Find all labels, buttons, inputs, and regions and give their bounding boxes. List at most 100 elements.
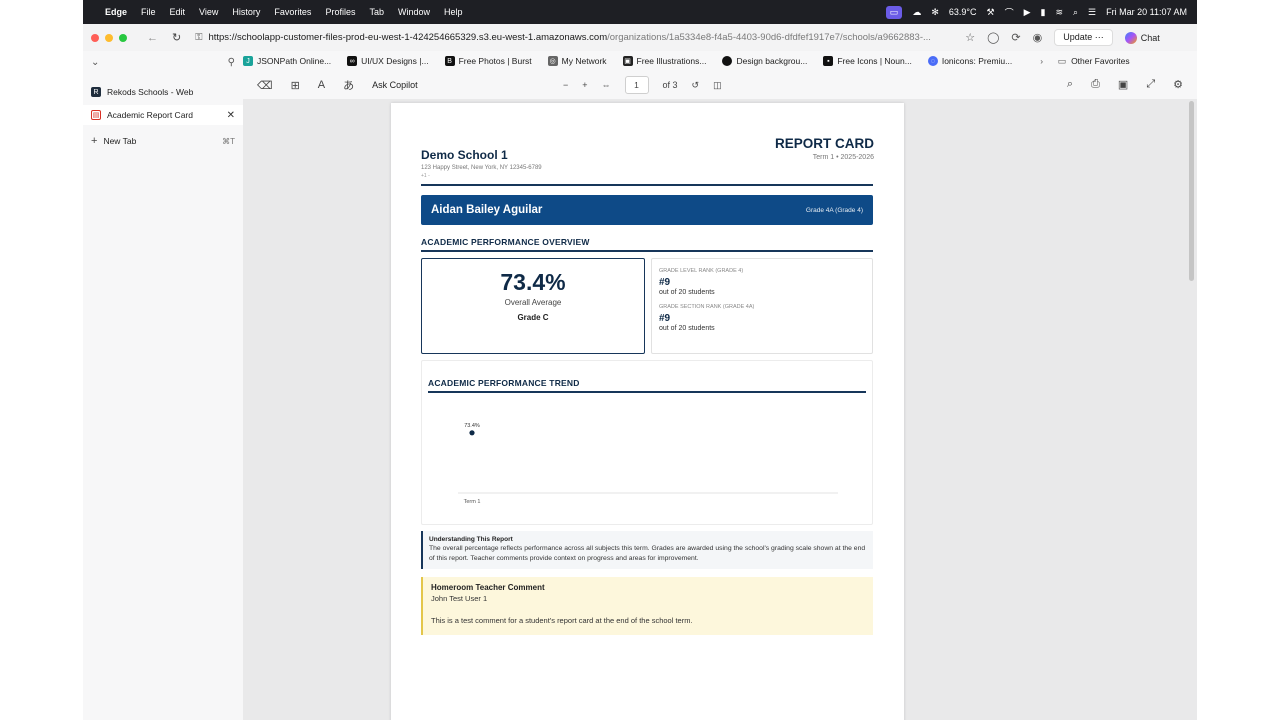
ask-copilot-button[interactable]: Ask Copilot [372, 80, 418, 90]
page-number-input[interactable]: 1 [624, 76, 649, 94]
address-bar[interactable]: ⚿ https://schoolapp-customer-files-prod-… [195, 28, 955, 48]
copilot-chat-button[interactable]: Chat [1124, 31, 1160, 44]
print-icon[interactable]: ⎙ [1091, 78, 1100, 91]
eraser-icon[interactable]: ⌫ [257, 79, 273, 92]
menu-window[interactable]: Window [398, 7, 430, 17]
copilot-icon [1124, 31, 1137, 44]
spotlight-icon[interactable]: ⌕ [1073, 7, 1078, 18]
favorite-item[interactable]: ▣ Free Illustrations... [622, 56, 706, 66]
menu-app-name[interactable]: Edge [105, 7, 127, 17]
control-center-icon[interactable]: ☰ [1088, 7, 1096, 18]
pdf-viewer: ⌫ ⊞ A あ Ask Copilot − + ⇔ 1 of 3 ↺ ◫ ⌕ ⎙… [243, 71, 1197, 720]
report-term: Term 1 • 2025-2026 [812, 154, 874, 161]
zoom-in-icon[interactable]: + [582, 80, 587, 90]
address-row: ← ↻ ⚿ https://schoolapp-customer-files-p… [83, 24, 1197, 51]
other-favorites[interactable]: ▭ Other Favorites [1057, 55, 1130, 67]
favicon-icon: R [91, 87, 101, 97]
play-icon[interactable]: ▶ [1024, 7, 1031, 18]
data-label: 73.4% [464, 423, 480, 429]
plus-icon: + [91, 135, 98, 147]
url-main: https://schoolapp-customer-files-prod-eu… [208, 32, 608, 43]
sync-icon[interactable]: ⟳ [1011, 31, 1020, 44]
tab-academic-report-card[interactable]: ▤ Academic Report Card ✕ [83, 105, 243, 125]
zoom-window-button[interactable] [119, 33, 127, 42]
page-view-icon[interactable]: ◫ [713, 80, 722, 91]
datetime[interactable]: Fri Mar 20 11:07 AM [1106, 7, 1187, 17]
favicon-icon: J [243, 56, 253, 66]
menu-favorites[interactable]: Favorites [274, 7, 311, 17]
performance-trend-chart: Term 1 73.4% [458, 423, 838, 505]
favorite-item[interactable]: ◌ Ionicons: Premiu... [927, 56, 1012, 66]
favicon-icon: ▪ [823, 56, 834, 66]
tools-icon[interactable]: ⚒ [986, 7, 994, 18]
tab-label: Academic Report Card [107, 110, 193, 120]
tab-label: Rekods Schools - Web [107, 87, 194, 97]
cloud-icon[interactable]: ☁ [912, 7, 921, 18]
browser-window: ← ↻ ⚿ https://schoolapp-customer-files-p… [83, 24, 1197, 720]
favorite-item[interactable]: ▪ Free Icons | Noun... [823, 56, 912, 66]
understanding-title: Understanding This Report [429, 536, 513, 543]
battery-icon[interactable]: ▮ [1041, 7, 1046, 18]
pdf-icon: ▤ [91, 110, 101, 120]
grade-level-rank-label: GRADE LEVEL RANK (GRADE 4) [659, 268, 744, 274]
overall-average-label: Overall Average [504, 298, 562, 307]
settings-gear-icon[interactable]: ⚙ [1173, 78, 1183, 91]
rank-card: GRADE LEVEL RANK (GRADE 4) #9 out of 20 … [651, 258, 873, 354]
comment-teacher: John Test User 1 [431, 594, 488, 603]
profile-avatar-icon[interactable]: ◉ [1033, 31, 1043, 44]
vertical-scrollbar[interactable] [1189, 101, 1194, 281]
chevron-right-icon[interactable]: › [1040, 56, 1043, 66]
close-tab-icon[interactable]: ✕ [227, 110, 235, 121]
favicon-icon: ▣ [622, 56, 633, 66]
grade-level-rank-sub: out of 20 students [659, 289, 715, 296]
rotate-icon[interactable]: ↺ [692, 80, 700, 91]
temperature-readout[interactable]: 63.9°C [949, 7, 977, 17]
wave-icon[interactable]: ⌒ [1005, 6, 1014, 19]
header-divider [421, 184, 873, 186]
menu-edit[interactable]: Edit [170, 7, 186, 17]
pin-icon[interactable]: ⚲ [228, 57, 235, 68]
favorite-star-icon[interactable]: ☆ [965, 31, 975, 44]
folder-icon: ▭ [1057, 55, 1067, 66]
menu-file[interactable]: File [141, 7, 156, 17]
new-tab-button[interactable]: + New Tab ⌘T [83, 131, 243, 151]
data-point [469, 430, 475, 436]
minimize-window-button[interactable] [105, 33, 113, 42]
favorite-item[interactable]: J JSONPath Online... [243, 56, 331, 66]
menu-history[interactable]: History [232, 7, 260, 17]
menu-profiles[interactable]: Profiles [325, 7, 355, 17]
pdf-toolbar: ⌫ ⊞ A あ Ask Copilot − + ⇔ 1 of 3 ↺ ◫ ⌕ ⎙… [243, 71, 1197, 99]
menu-help[interactable]: Help [444, 7, 463, 17]
text-box-icon[interactable]: ⊞ [291, 79, 300, 92]
wifi-icon[interactable]: ≋ [1055, 7, 1063, 18]
tab-rekods-schools[interactable]: R Rekods Schools - Web [83, 82, 243, 102]
favicon-icon: ◌ [927, 56, 938, 66]
save-icon[interactable]: ▣ [1118, 78, 1128, 91]
menu-view[interactable]: View [199, 7, 218, 17]
pdf-page: Demo School 1 123 Happy Street, New York… [391, 103, 904, 720]
favorite-item[interactable]: ◎ My Network [547, 56, 607, 66]
close-window-button[interactable] [91, 33, 99, 42]
translate-icon[interactable]: あ [343, 77, 354, 93]
window-controls [91, 33, 127, 42]
favorite-item[interactable]: ∞ UI/UX Designs |... [347, 56, 429, 66]
fan-icon[interactable]: ✻ [931, 7, 939, 18]
fit-page-icon[interactable]: ⇔ [602, 80, 611, 90]
chevron-down-icon[interactable]: ⌄ [91, 57, 99, 68]
favorite-item[interactable]: Design backgrou... [722, 56, 807, 66]
fullscreen-icon[interactable]: ⤢ [1146, 78, 1155, 91]
comment-title: Homeroom Teacher Comment [431, 583, 545, 592]
read-aloud-icon[interactable]: A [318, 79, 325, 91]
refresh-icon[interactable]: ↻ [172, 31, 181, 44]
favorite-item[interactable]: B Free Photos | Burst [444, 56, 532, 66]
school-address: 123 Happy Street, New York, NY 12345-678… [421, 165, 542, 171]
lock-icon[interactable]: ⚿ [195, 32, 202, 43]
comment-icon[interactable]: ◯ [987, 31, 999, 44]
back-arrow-icon[interactable]: ← [147, 32, 158, 44]
menu-tab[interactable]: Tab [369, 7, 384, 17]
zoom-out-icon[interactable]: − [563, 80, 568, 90]
update-button[interactable]: Update ⋯ [1054, 29, 1113, 46]
overall-average-card: 73.4% Overall Average Grade C [421, 258, 645, 354]
search-icon[interactable]: ⌕ [1067, 78, 1073, 91]
screen-record-icon[interactable]: ▭ [885, 5, 903, 19]
